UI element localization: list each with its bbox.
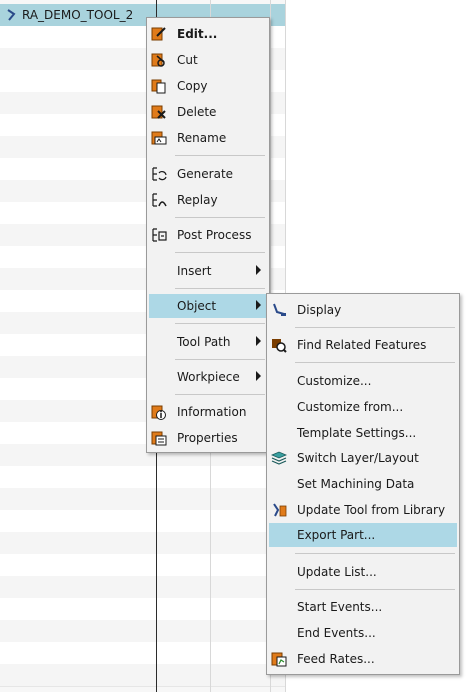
menu-item-label: Information — [177, 405, 247, 419]
submenu-arrow-icon — [256, 300, 261, 310]
submenu-item-label: Feed Rates... — [297, 652, 375, 666]
menu-separator — [295, 327, 455, 328]
menu-separator — [175, 155, 265, 156]
tree-row[interactable] — [0, 466, 285, 489]
submenu-arrow-icon — [256, 371, 261, 381]
menu-item-object[interactable]: Object — [149, 294, 267, 318]
menu-separator — [295, 589, 455, 590]
submenu-item-update-list[interactable]: Update List... — [269, 560, 457, 584]
menu-item-delete[interactable]: Delete — [149, 100, 267, 124]
information-icon — [151, 405, 166, 420]
submenu-item-customize[interactable]: Customize... — [269, 369, 457, 393]
submenu-item-label: Customize... — [297, 374, 372, 388]
tree-row[interactable] — [0, 532, 285, 555]
tree-row[interactable] — [0, 488, 285, 511]
menu-item-label: Edit... — [177, 27, 218, 41]
copy-icon — [151, 79, 166, 94]
update-tool-icon — [273, 503, 287, 517]
submenu-item-label: Set Machining Data — [297, 477, 415, 491]
context-menu: Edit... Cut Copy Delete Rename Generate … — [146, 17, 270, 453]
menu-item-label: Copy — [177, 79, 208, 93]
tree-row[interactable] — [0, 576, 285, 599]
menu-separator — [175, 359, 265, 360]
menu-separator — [175, 288, 265, 289]
menu-item-generate[interactable]: Generate — [149, 162, 267, 186]
submenu-item-set-machining-data[interactable]: Set Machining Data — [269, 472, 457, 496]
submenu-item-label: Export Part... — [297, 528, 376, 542]
submenu-item-switch-layer-layout[interactable]: Switch Layer/Layout — [269, 446, 457, 470]
menu-item-insert[interactable]: Insert — [149, 259, 267, 283]
menu-separator — [175, 323, 265, 324]
menu-item-label: Generate — [177, 167, 234, 181]
menu-item-label: Insert — [177, 264, 212, 278]
menu-item-post-process[interactable]: Post Process — [149, 223, 267, 247]
rename-icon — [151, 131, 167, 145]
submenu-item-customize-from[interactable]: Customize from... — [269, 395, 457, 419]
submenu-item-label: Update List... — [297, 565, 377, 579]
cut-icon — [151, 53, 165, 67]
menu-item-workpiece[interactable]: Workpiece — [149, 365, 267, 389]
menu-item-rename[interactable]: Rename — [149, 126, 267, 150]
menu-separator — [175, 394, 265, 395]
display-icon — [273, 303, 286, 316]
menu-item-information[interactable]: Information — [149, 400, 267, 424]
submenu-item-label: Customize from... — [297, 400, 404, 414]
menu-separator — [295, 362, 455, 363]
menu-item-cut[interactable]: Cut — [149, 48, 267, 72]
tree-row[interactable] — [0, 620, 285, 643]
submenu-item-start-events[interactable]: Start Events... — [269, 595, 457, 619]
edit-icon — [151, 27, 166, 41]
submenu-item-label: Update Tool from Library — [297, 503, 446, 517]
tree-row[interactable] — [0, 510, 285, 533]
submenu-item-label: Display — [297, 303, 342, 317]
menu-item-edit[interactable]: Edit... — [149, 22, 267, 46]
menu-item-copy[interactable]: Copy — [149, 74, 267, 98]
menu-item-label: Post Process — [177, 228, 252, 242]
tree-row[interactable] — [0, 642, 285, 665]
delete-icon — [151, 105, 166, 119]
submenu-item-label: Switch Layer/Layout — [297, 451, 419, 465]
properties-icon — [151, 431, 167, 446]
tree-item-label: RA_DEMO_TOOL_2 — [22, 8, 134, 22]
menu-item-label: Workpiece — [177, 370, 240, 384]
submenu-item-label: End Events... — [297, 626, 376, 640]
submenu-item-feed-rates[interactable]: Feed Rates... — [269, 647, 457, 671]
submenu-item-label: Template Settings... — [297, 426, 417, 440]
post-process-icon — [152, 228, 167, 242]
menu-item-label: Delete — [177, 105, 217, 119]
submenu-item-label: Find Related Features — [297, 338, 427, 352]
switch-layer-icon — [271, 451, 287, 465]
menu-item-tool-path[interactable]: Tool Path — [149, 330, 267, 354]
generate-icon — [152, 167, 167, 181]
menu-item-label: Cut — [177, 53, 198, 67]
submenu-arrow-icon — [256, 336, 261, 346]
submenu-item-template-settings[interactable]: Template Settings... — [269, 421, 457, 445]
submenu-item-update-tool-from-library[interactable]: Update Tool from Library — [269, 498, 457, 522]
replay-icon — [152, 193, 167, 207]
find-related-features-icon — [272, 339, 287, 353]
menu-item-properties[interactable]: Properties — [149, 426, 267, 450]
tree-row[interactable] — [0, 664, 285, 687]
tree-row[interactable] — [0, 554, 285, 577]
menu-item-label: Object — [177, 299, 217, 313]
submenu-item-end-events[interactable]: End Events... — [269, 621, 457, 645]
menu-item-label: Tool Path — [177, 335, 231, 349]
submenu-item-find-related-features[interactable]: Find Related Features — [269, 333, 457, 357]
menu-separator — [295, 553, 455, 554]
menu-separator — [175, 252, 265, 253]
submenu-arrow-icon — [256, 265, 261, 275]
tool-icon — [7, 9, 16, 21]
submenu-item-label: Start Events... — [297, 600, 383, 614]
menu-separator — [175, 217, 265, 218]
submenu-item-export-part[interactable]: Export Part... — [269, 523, 457, 547]
submenu-item-display[interactable]: Display — [269, 298, 457, 322]
menu-item-label: Properties — [177, 431, 238, 445]
menu-item-replay[interactable]: Replay — [149, 188, 267, 212]
menu-item-label: Replay — [177, 193, 218, 207]
object-submenu: Display Find Related Features Customize.… — [266, 293, 460, 675]
menu-item-label: Rename — [177, 131, 227, 145]
tree-row[interactable] — [0, 598, 285, 621]
feed-rates-icon — [271, 652, 287, 667]
